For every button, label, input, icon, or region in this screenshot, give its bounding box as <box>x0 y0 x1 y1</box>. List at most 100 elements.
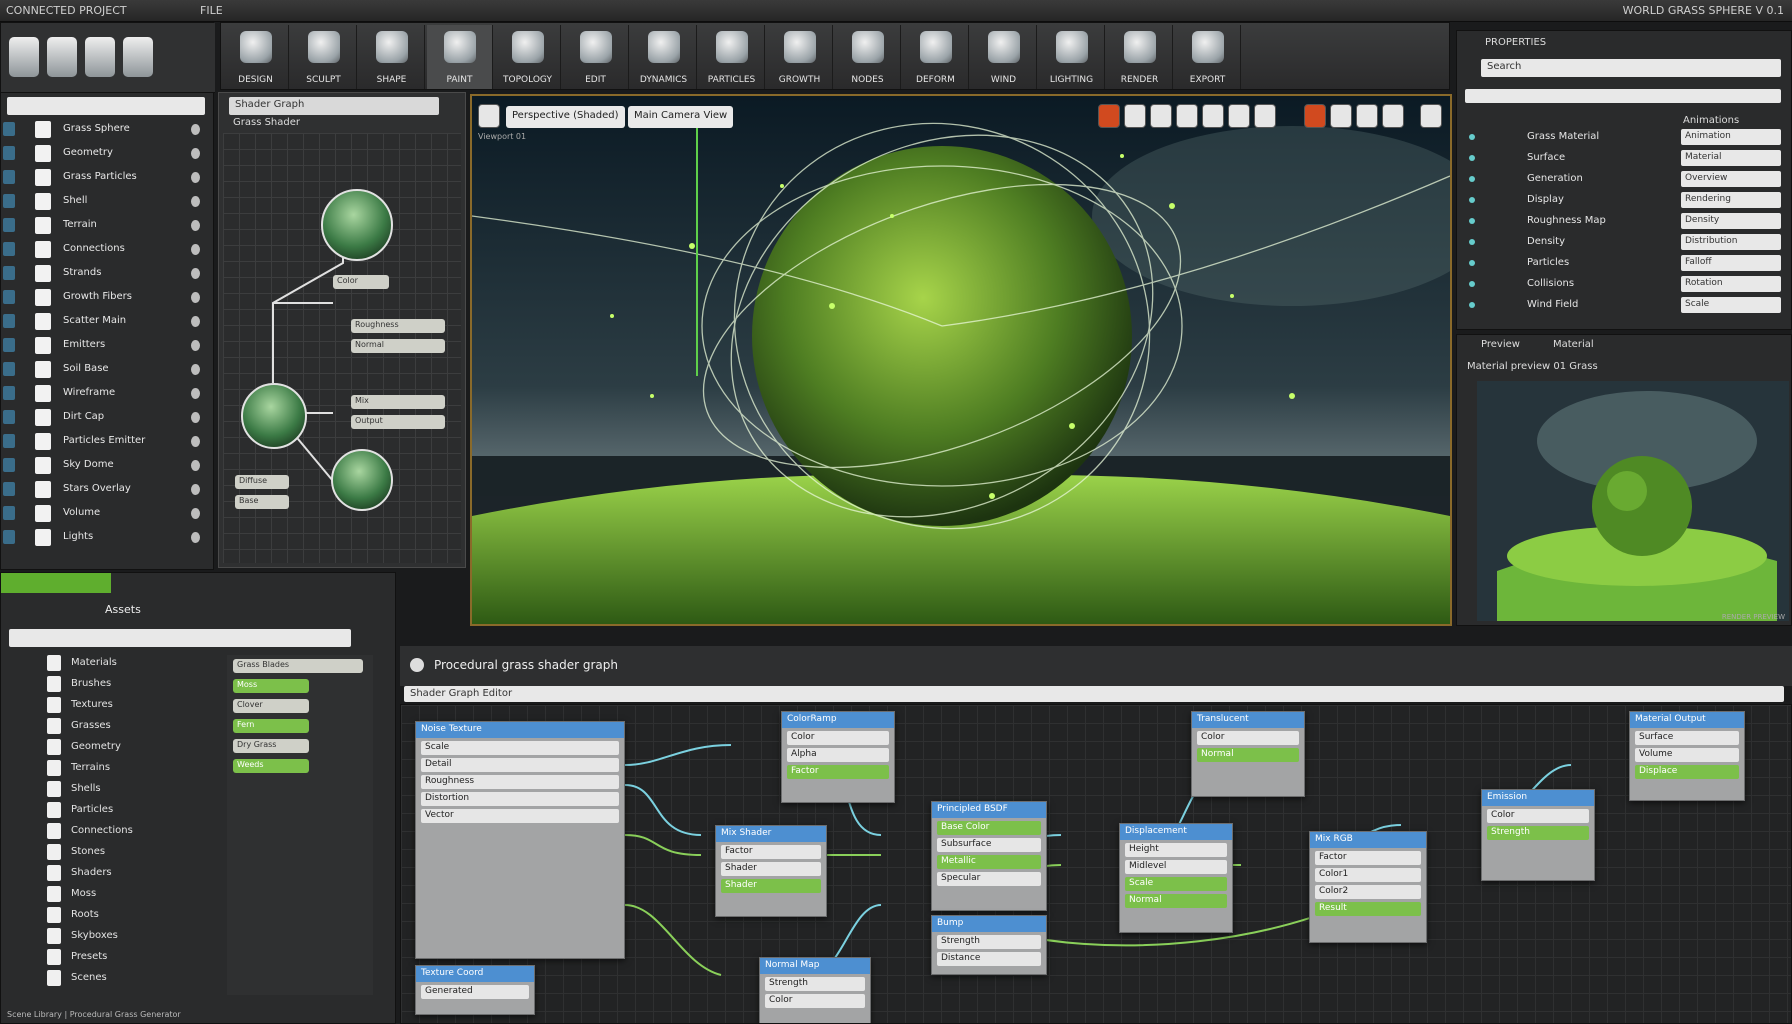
move-tool-icon[interactable] <box>47 37 77 77</box>
camera-record-icon[interactable] <box>1304 104 1326 128</box>
outliner-item[interactable]: Sky Dome <box>1 455 213 477</box>
asset-category-item[interactable]: Clover <box>233 699 309 713</box>
outliner-item[interactable]: Lights <box>1 527 213 549</box>
visibility-icon[interactable] <box>191 292 200 303</box>
overlay-icon[interactable] <box>1228 104 1250 128</box>
asset-folder-item[interactable]: Geometry <box>41 737 211 757</box>
node-input[interactable]: Alpha <box>787 748 889 762</box>
node-input[interactable]: Color2 <box>1315 885 1421 899</box>
outliner-item[interactable]: Shell <box>1 191 213 213</box>
toolbar-tool-12[interactable]: LIGHTING <box>1039 25 1105 89</box>
node-input[interactable]: Midlevel <box>1125 860 1227 874</box>
node-output[interactable]: Normal <box>1125 894 1227 908</box>
shader-graph-title[interactable]: Shader Graph <box>229 97 439 115</box>
visibility-icon[interactable] <box>191 436 200 447</box>
main-viewport[interactable]: Perspective (Shaded) Main Camera View Vi… <box>470 94 1452 626</box>
shader-sphere-1[interactable] <box>321 189 393 261</box>
asset-folder-item[interactable]: Textures <box>41 695 211 715</box>
visibility-icon[interactable] <box>191 532 200 543</box>
asset-folder-item[interactable]: Terrains <box>41 758 211 778</box>
node-principled-bsdf[interactable]: Principled BSDF Base Color Subsurface Me… <box>931 801 1047 911</box>
node-input[interactable]: Displace <box>1635 765 1739 779</box>
property-row[interactable]: Grass Material Animation <box>1457 127 1791 147</box>
graph-pill-4[interactable]: Output <box>351 415 445 429</box>
outliner-search-input[interactable] <box>7 97 205 115</box>
asset-folder-item[interactable]: Grasses <box>41 716 211 736</box>
node-mix-rgb[interactable]: Mix RGB Factor Color1 Color2 Result <box>1309 831 1427 943</box>
node-graph-canvas[interactable]: Noise Texture Scale Detail Roughness Dis… <box>400 704 1792 1024</box>
node-input[interactable]: Factor <box>1315 851 1421 865</box>
gizmo-icon[interactable] <box>1254 104 1276 128</box>
visibility-icon[interactable] <box>191 388 200 399</box>
shading-material-icon[interactable] <box>1176 104 1198 128</box>
node-input[interactable]: Specular <box>937 872 1041 886</box>
asset-category-item[interactable]: Dry Grass <box>233 739 309 753</box>
property-value-field[interactable]: Scale <box>1681 297 1781 313</box>
outliner-item[interactable]: Emitters <box>1 335 213 357</box>
select-tool-icon[interactable] <box>9 37 39 77</box>
shader-graph-canvas[interactable]: Color Roughness Normal Mix Output Diffus… <box>223 133 461 563</box>
outliner-item[interactable]: Particles Emitter <box>1 431 213 453</box>
node-input[interactable]: Vector <box>421 809 619 823</box>
node-output[interactable]: Normal <box>1197 748 1299 762</box>
preview-tab-a[interactable]: Preview <box>1481 339 1520 350</box>
node-input[interactable]: Strength <box>937 935 1041 949</box>
node-graph-path-bar[interactable]: Shader Graph Editor <box>404 686 1784 702</box>
node-output[interactable]: Factor <box>787 765 889 779</box>
graph-pill-1[interactable]: Roughness <box>351 319 445 333</box>
preview-tab-b[interactable]: Material <box>1553 339 1594 350</box>
asset-folder-item[interactable]: Roots <box>41 905 211 925</box>
node-input[interactable]: Color1 <box>1315 868 1421 882</box>
outliner-item[interactable]: Soil Base <box>1 359 213 381</box>
node-input[interactable]: Base Color <box>937 821 1041 835</box>
asset-category-item[interactable]: Weeds <box>233 759 309 773</box>
node-output[interactable]: Strength <box>1487 826 1589 840</box>
node-input[interactable]: Distortion <box>421 792 619 806</box>
asset-folder-item[interactable]: Materials <box>41 653 211 673</box>
asset-folder-item[interactable]: Skyboxes <box>41 926 211 946</box>
node-input[interactable]: Scale <box>421 741 619 755</box>
graph-pill-0[interactable]: Color <box>333 275 389 289</box>
graph-pill-3[interactable]: Mix <box>351 395 445 409</box>
property-row[interactable]: Wind Field Scale <box>1457 295 1791 315</box>
node-emission[interactable]: Emission Color Strength <box>1481 789 1595 881</box>
asset-folder-item[interactable]: Brushes <box>41 674 211 694</box>
node-input[interactable]: Color <box>765 994 865 1008</box>
property-row[interactable]: Roughness Map Density <box>1457 211 1791 231</box>
toolbar-tool-11[interactable]: WIND <box>971 25 1037 89</box>
property-value-field[interactable]: Material <box>1681 150 1781 166</box>
node-input[interactable]: Roughness <box>421 775 619 789</box>
assets-tab-label[interactable]: Assets <box>105 603 141 616</box>
node-input[interactable]: Color <box>1487 809 1589 823</box>
property-row[interactable]: Particles Falloff <box>1457 253 1791 273</box>
properties-search-input[interactable]: Search <box>1481 59 1781 77</box>
property-value-field[interactable]: Distribution <box>1681 234 1781 250</box>
settings-gear-icon[interactable] <box>1420 104 1442 128</box>
viewport-mode-button[interactable]: Perspective (Shaded) <box>506 106 625 128</box>
menu-file[interactable]: FILE <box>200 4 223 17</box>
node-input[interactable]: Distance <box>937 952 1041 966</box>
asset-folder-item[interactable]: Particles <box>41 800 211 820</box>
outliner-item[interactable]: Scatter Main <box>1 311 213 333</box>
asset-folder-item[interactable]: Shaders <box>41 863 211 883</box>
node-displacement[interactable]: Displacement Height Midlevel Scale Norma… <box>1119 823 1233 933</box>
toolbar-tool-10[interactable]: DEFORM <box>903 25 969 89</box>
toolbar-tool-9[interactable]: NODES <box>835 25 901 89</box>
node-input[interactable]: Color <box>1197 731 1299 745</box>
asset-category-item[interactable]: Fern <box>233 719 309 733</box>
node-output[interactable]: Shader <box>721 879 821 893</box>
graph-pill-6[interactable]: Base <box>235 495 289 509</box>
node-normal-map[interactable]: Normal Map Strength Color <box>759 957 871 1023</box>
toolbar-tool-2[interactable]: SHAPE <box>359 25 425 89</box>
asset-folder-item[interactable]: Scenes <box>41 968 211 988</box>
toolbar-tool-5[interactable]: EDIT <box>563 25 629 89</box>
property-value-field[interactable]: Overview <box>1681 171 1781 187</box>
outliner-item[interactable]: Connections <box>1 239 213 261</box>
property-row[interactable]: Density Distribution <box>1457 232 1791 252</box>
outliner-item[interactable]: Grass Particles <box>1 167 213 189</box>
node-input[interactable]: Subsurface <box>937 838 1041 852</box>
property-row[interactable]: Generation Overview <box>1457 169 1791 189</box>
toolbar-tool-0[interactable]: DESIGN <box>223 25 289 89</box>
toolbar-tool-14[interactable]: EXPORT <box>1175 25 1241 89</box>
visibility-icon[interactable] <box>191 196 200 207</box>
